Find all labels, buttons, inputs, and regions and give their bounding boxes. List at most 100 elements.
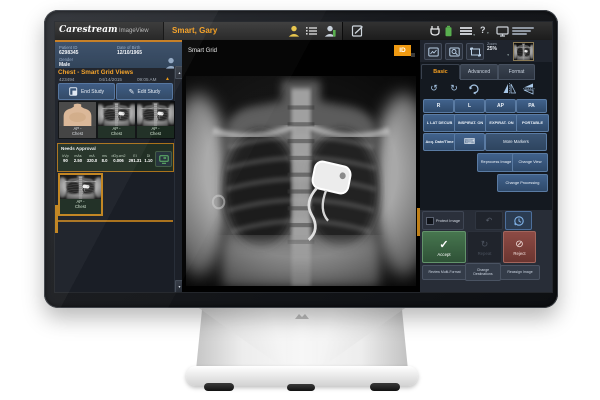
marker-portable-button[interactable]: PORTABLE — [516, 114, 549, 132]
change-view-button[interactable]: Change View — [512, 153, 548, 172]
workstation-monitor-icon[interactable] — [496, 26, 509, 37]
protect-label: Protect Image — [436, 218, 460, 223]
send-monitor-icon — [159, 155, 169, 164]
accept-button[interactable]: ✓ Accept — [422, 231, 466, 263]
change-destinations-button[interactable]: Change Destinations — [465, 263, 501, 281]
zoom-control[interactable]: Zoom 25% ▾ — [487, 42, 509, 59]
study-date: 04/14/2015 — [99, 77, 122, 82]
end-study-icon — [69, 87, 78, 96]
thumbnail-body-pictogram[interactable]: AP - Chest — [58, 101, 97, 139]
marker-llat-decub-button[interactable]: L LAT DECUB — [423, 114, 456, 132]
viewer-toolbar: Zoom 25% ▾ — [420, 40, 552, 63]
patient-name: Smart, Gary — [172, 26, 217, 35]
thumb-label: Chest — [98, 131, 135, 136]
reject-icon: ⊘ — [515, 239, 523, 250]
protect-image-button[interactable]: Protect Image — [422, 211, 464, 230]
battery-icon — [444, 25, 453, 37]
stand-foot-left — [204, 383, 234, 391]
help-dropdown-icon: ▾ — [487, 31, 489, 35]
repeat-label: Repeat — [478, 251, 492, 256]
patient-status-icon[interactable] — [324, 25, 336, 37]
reassign-image-button[interactable]: Reassign Image — [500, 265, 540, 280]
tech-value: 1.10 — [144, 158, 153, 163]
marker-ap-button[interactable]: AP — [485, 99, 516, 113]
monitor: Carestream ImageView Smart, Gary ▾ ? ▾ — [44, 10, 558, 308]
thumbnail-xray-2[interactable]: AP - Chest — [136, 101, 175, 139]
status-text-lines — [512, 26, 536, 36]
help-icon[interactable]: ? — [480, 25, 486, 35]
patient-banner: Patient ID 6298345 Date of Birth 12/10/1… — [55, 40, 182, 68]
thumbnail-xray-selected[interactable]: AP - Chest — [58, 173, 103, 216]
marker-l-button[interactable]: L — [454, 99, 485, 113]
tech-value: 0.006 — [111, 158, 126, 163]
current-image-thumb[interactable] — [513, 42, 534, 61]
dob-value: 12/10/1965 — [117, 50, 142, 56]
undo-button[interactable]: ↶ — [475, 211, 503, 230]
send-to-monitor-button[interactable] — [155, 151, 172, 167]
top-bar: Carestream ImageView Smart, Gary ▾ ? ▾ — [55, 22, 552, 41]
edit-study-button[interactable]: ✎ Edit Study — [116, 83, 173, 100]
menu-dropdown-icon: ▾ — [473, 33, 475, 37]
study-time: 09:05 AM — [137, 77, 156, 82]
xray-thumbnail-image — [60, 175, 101, 199]
keyboard-button[interactable]: ⌨ — [454, 133, 485, 151]
menu-icon[interactable]: ▾ — [459, 26, 473, 36]
acq-datetime-button[interactable]: Acq. Date/Time — [423, 133, 456, 151]
id-marker-badge: ID — [394, 45, 411, 56]
history-clock-icon — [513, 215, 525, 227]
end-study-button[interactable]: End Study — [58, 83, 115, 100]
export-image-icon — [428, 47, 439, 57]
app-name: ImageView — [119, 28, 149, 34]
review-multi-format-button[interactable]: Review Multi-Format — [422, 265, 467, 280]
tab-format[interactable]: Format — [498, 64, 535, 80]
viewport-overlay-label: Smart Grid — [188, 48, 217, 54]
flip-horizontal-button[interactable] — [501, 81, 517, 96]
more-markers-button[interactable]: More Markers — [485, 133, 547, 151]
thumb-label: Chest — [59, 131, 96, 136]
chest-xray-image[interactable] — [186, 76, 416, 286]
thumb-label: Chest — [137, 131, 174, 136]
stand-foot-center — [287, 384, 315, 391]
repeat-button[interactable]: ↻ Repeat — [467, 231, 502, 263]
study-accession: 423494 — [59, 77, 74, 82]
reprocess-image-button[interactable]: Reprocess Image — [477, 153, 515, 172]
marker-r-button[interactable]: R — [423, 99, 454, 113]
left-panel-handle[interactable] — [55, 205, 58, 233]
rotate-180-button[interactable] — [466, 81, 482, 96]
repeat-icon: ↻ — [481, 239, 489, 250]
marker-expiration-button[interactable]: EXPIRAT. ON — [485, 114, 518, 132]
flip-horizontal-icon — [503, 83, 516, 94]
current-patient-icon[interactable] — [288, 25, 300, 37]
reject-button[interactable]: ⊘ Reject — [503, 231, 536, 263]
history-button[interactable] — [505, 211, 532, 230]
thumbnail-xray-1[interactable]: AP - Chest — [97, 101, 136, 139]
flip-vertical-button[interactable] — [521, 81, 537, 96]
stand-emblem-icon — [292, 311, 312, 321]
tab-basic[interactable]: Basic — [421, 64, 460, 79]
rotate-right-button[interactable]: ↻ — [446, 81, 462, 96]
change-processing-button[interactable]: Change Processing — [497, 174, 548, 192]
rotate-left-button[interactable]: ↺ — [426, 81, 442, 96]
magnify-button[interactable] — [445, 43, 463, 60]
torso-pictogram-icon — [59, 102, 96, 126]
rotate-180-icon — [468, 83, 480, 95]
power-plug-icon — [429, 25, 441, 37]
marker-inspiration-button[interactable]: INSPIRAT. ON — [454, 114, 487, 132]
end-study-label: End Study — [81, 89, 104, 95]
zoom-dropdown-icon: ▾ — [507, 53, 509, 57]
fit-to-window-button[interactable] — [466, 43, 484, 60]
screen: Carestream ImageView Smart, Gary ▾ ? ▾ — [55, 22, 552, 292]
marker-pa-button[interactable]: PA — [516, 99, 547, 113]
needs-approval-panel: Needs Approval kVp90 mAs2.50 mA320.0 ms8… — [57, 143, 174, 172]
tab-advanced[interactable]: Advanced — [460, 64, 498, 80]
check-icon: ✓ — [439, 238, 448, 251]
image-viewport[interactable]: Smart Grid ID — [182, 40, 420, 292]
worklist-icon[interactable] — [306, 26, 318, 36]
xray-thumbnail-image — [137, 102, 174, 126]
protect-checkbox[interactable] — [426, 217, 434, 225]
export-image-button[interactable] — [424, 43, 442, 60]
annotation-pad-icon[interactable] — [351, 25, 364, 37]
keyboard-icon: ⌨ — [464, 140, 476, 145]
brand-logo: Carestream — [59, 25, 118, 35]
patient-id-value: 6298345 — [59, 50, 78, 56]
